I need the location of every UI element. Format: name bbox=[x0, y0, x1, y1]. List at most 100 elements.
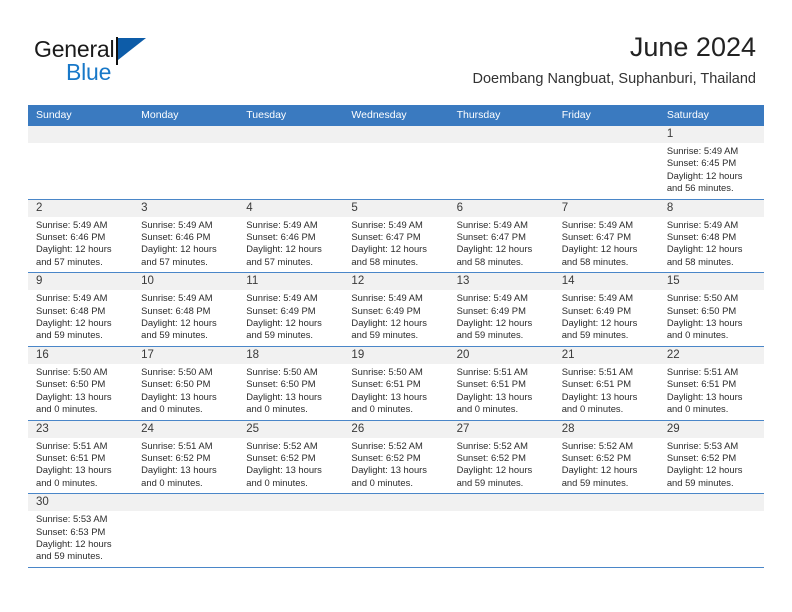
day-sun-info: Sunrise: 5:49 AM Sunset: 6:49 PM Daylight:… bbox=[449, 290, 554, 346]
sunrise-text: Sunrise: 5:49 AM bbox=[36, 292, 108, 304]
day-sun-info: Sunrise: 5:51 AM Sunset: 6:51 PM Daylight:… bbox=[659, 364, 764, 420]
sunset-text: Sunset: 6:52 PM bbox=[141, 451, 211, 463]
calendar-day-cell[interactable]: 14 Sunrise: 5:49 AM Sunset: 6:49 PM Dayligh… bbox=[553, 273, 659, 346]
day-sun-info: Sunrise: 5:51 AM Sunset: 6:51 PM Daylight:… bbox=[554, 364, 659, 420]
calendar-day-cell[interactable]: 27 Sunrise: 5:52 AM Sunset: 6:52 PM Dayligh… bbox=[448, 420, 554, 494]
calendar-day-cell-empty bbox=[343, 126, 449, 199]
calendar-page: General Blue June 2024 Doembang Nangbuat… bbox=[0, 0, 792, 612]
general-blue-logo[interactable]: General Blue bbox=[34, 36, 204, 92]
calendar-day-cell[interactable]: 20 Sunrise: 5:51 AM Sunset: 6:51 PM Dayligh… bbox=[448, 346, 554, 420]
calendar-day-cell[interactable]: 9 Sunrise: 5:49 AM Sunset: 6:48 PM Daylight… bbox=[28, 273, 134, 346]
sunset-text: Sunset: 6:50 PM bbox=[141, 378, 211, 390]
calendar-day-cell[interactable]: 26 Sunrise: 5:52 AM Sunset: 6:52 PM Dayligh… bbox=[343, 420, 449, 494]
day-number bbox=[28, 126, 134, 143]
calendar-day-cell-empty bbox=[238, 494, 344, 567]
daylight-text: Daylight: 13 hours and 0 minutes. bbox=[456, 390, 533, 415]
daylight-text: Daylight: 13 hours and 0 minutes. bbox=[36, 464, 112, 488]
day-number: 10 bbox=[133, 273, 239, 291]
calendar-day-cell[interactable]: 29 Sunrise: 5:53 AM Sunset: 6:52 PM Dayligh… bbox=[658, 420, 764, 494]
calendar-day-cell[interactable]: 12 Sunrise: 5:49 AM Sunset: 6:49 PM Dayligh… bbox=[343, 273, 449, 346]
calendar-day-cell[interactable]: 28 Sunrise: 5:52 AM Sunset: 6:52 PM Dayligh… bbox=[553, 420, 659, 494]
calendar-day-cell[interactable]: 1 Sunrise: 5:49 AM Sunset: 6:45 PM Daylight… bbox=[658, 126, 764, 199]
day-number bbox=[133, 494, 239, 512]
day-number: 13 bbox=[448, 273, 554, 291]
sunrise-text: Sunrise: 5:49 AM bbox=[36, 218, 108, 230]
calendar-day-cell[interactable]: 4 Sunrise: 5:49 AM Sunset: 6:46 PM Daylight… bbox=[238, 199, 344, 273]
daylight-text: Daylight: 12 hours and 59 minutes. bbox=[246, 317, 322, 341]
calendar-day-cell[interactable]: 13 Sunrise: 5:49 AM Sunset: 6:49 PM Dayligh… bbox=[448, 273, 554, 346]
weekday-header-sunday: Sunday bbox=[36, 109, 72, 121]
day-sun-info: Sunrise: 5:52 AM Sunset: 6:52 PM Daylight:… bbox=[449, 438, 554, 494]
day-sun-info bbox=[238, 143, 343, 149]
day-sun-info: Sunrise: 5:49 AM Sunset: 6:48 PM Daylight:… bbox=[28, 290, 133, 346]
daylight-text: Daylight: 12 hours and 59 minutes. bbox=[561, 464, 638, 488]
day-number: 8 bbox=[658, 199, 764, 217]
day-sun-info bbox=[238, 511, 343, 517]
calendar-week-row: 9 Sunrise: 5:49 AM Sunset: 6:48 PM Daylight… bbox=[28, 273, 764, 347]
calendar-day-cell[interactable]: 8 Sunrise: 5:49 AM Sunset: 6:48 PM Daylight… bbox=[658, 199, 764, 273]
calendar-day-cell[interactable]: 5 Sunrise: 5:49 AM Sunset: 6:47 PM Daylight… bbox=[343, 199, 449, 273]
day-number: 1 bbox=[658, 126, 764, 143]
sunrise-text: Sunrise: 5:49 AM bbox=[666, 145, 739, 156]
day-sun-info: Sunrise: 5:50 AM Sunset: 6:51 PM Daylight:… bbox=[343, 364, 448, 420]
sunrise-text: Sunrise: 5:51 AM bbox=[666, 365, 739, 377]
day-sun-info: Sunrise: 5:49 AM Sunset: 6:46 PM Daylight:… bbox=[133, 217, 238, 273]
calendar-day-cell[interactable]: 30 Sunrise: 5:53 AM Sunset: 6:53 PM Dayligh… bbox=[28, 494, 134, 567]
day-number: 6 bbox=[448, 199, 554, 217]
calendar-day-cell[interactable]: 7 Sunrise: 5:49 AM Sunset: 6:47 PM Daylight… bbox=[553, 199, 659, 273]
daylight-text: Daylight: 13 hours and 0 minutes. bbox=[246, 464, 322, 488]
calendar-day-cell[interactable]: 19 Sunrise: 5:50 AM Sunset: 6:51 PM Dayligh… bbox=[343, 346, 449, 420]
calendar-day-cell[interactable]: 6 Sunrise: 5:49 AM Sunset: 6:47 PM Daylight… bbox=[448, 199, 554, 273]
day-number: 14 bbox=[553, 273, 659, 291]
sunset-text: Sunset: 6:45 PM bbox=[666, 157, 737, 169]
calendar-day-cell[interactable]: 21 Sunrise: 5:51 AM Sunset: 6:51 PM Dayligh… bbox=[553, 346, 659, 420]
day-number bbox=[658, 494, 764, 512]
calendar-day-cell-empty bbox=[238, 126, 344, 199]
calendar-day-cell[interactable]: 22 Sunrise: 5:51 AM Sunset: 6:51 PM Dayligh… bbox=[658, 346, 764, 420]
calendar-day-cell[interactable]: 15 Sunrise: 5:50 AM Sunset: 6:50 PM Dayligh… bbox=[658, 273, 764, 346]
sunrise-text: Sunrise: 5:50 AM bbox=[351, 365, 423, 377]
day-number bbox=[238, 494, 344, 512]
sunset-text: Sunset: 6:52 PM bbox=[561, 451, 632, 463]
calendar-day-cell-empty bbox=[343, 494, 449, 567]
day-number: 24 bbox=[133, 420, 239, 438]
calendar-day-cell[interactable]: 10 Sunrise: 5:49 AM Sunset: 6:48 PM Dayligh… bbox=[133, 273, 239, 346]
logo-text-blue: Blue bbox=[66, 59, 112, 85]
day-number: 7 bbox=[553, 199, 659, 217]
calendar-day-cell[interactable]: 18 Sunrise: 5:50 AM Sunset: 6:50 PM Dayligh… bbox=[238, 346, 344, 420]
sunset-text: Sunset: 6:46 PM bbox=[36, 231, 106, 243]
calendar-day-cell[interactable]: 16 Sunrise: 5:50 AM Sunset: 6:50 PM Dayligh… bbox=[28, 346, 134, 420]
calendar-day-cell[interactable]: 3 Sunrise: 5:49 AM Sunset: 6:46 PM Daylight… bbox=[133, 199, 239, 273]
calendar-day-cell[interactable]: 23 Sunrise: 5:51 AM Sunset: 6:51 PM Dayligh… bbox=[28, 420, 134, 494]
calendar-day-cell-empty bbox=[133, 494, 239, 567]
sunset-text: Sunset: 6:46 PM bbox=[141, 231, 211, 243]
day-number bbox=[343, 494, 449, 512]
sunrise-text: Sunrise: 5:51 AM bbox=[561, 365, 634, 377]
day-number bbox=[133, 126, 239, 143]
calendar-day-cell-empty bbox=[28, 126, 134, 199]
weekday-header-tuesday: Tuesday bbox=[246, 109, 287, 121]
day-number: 28 bbox=[553, 420, 659, 438]
day-sun-info bbox=[554, 143, 659, 149]
sunset-text: Sunset: 6:49 PM bbox=[561, 304, 632, 316]
calendar-day-cell[interactable]: 24 Sunrise: 5:51 AM Sunset: 6:52 PM Dayligh… bbox=[133, 420, 239, 494]
weekday-header-wednesday: Wednesday bbox=[351, 109, 407, 121]
day-number: 4 bbox=[238, 199, 344, 217]
day-sun-info bbox=[449, 143, 554, 149]
calendar-day-cell[interactable]: 2 Sunrise: 5:49 AM Sunset: 6:46 PM Daylight… bbox=[28, 199, 134, 273]
sunrise-text: Sunrise: 5:49 AM bbox=[246, 218, 318, 230]
calendar-day-cell-empty bbox=[448, 494, 554, 567]
sunrise-text: Sunrise: 5:50 AM bbox=[246, 365, 318, 377]
calendar-day-cell[interactable]: 17 Sunrise: 5:50 AM Sunset: 6:50 PM Dayligh… bbox=[133, 346, 239, 420]
calendar-day-cell[interactable]: 11 Sunrise: 5:49 AM Sunset: 6:49 PM Dayligh… bbox=[238, 273, 344, 346]
day-number: 29 bbox=[658, 420, 764, 438]
sunset-text: Sunset: 6:50 PM bbox=[246, 378, 316, 390]
daylight-text: Daylight: 13 hours and 0 minutes. bbox=[666, 390, 743, 415]
calendar-week-row: 2 Sunrise: 5:49 AM Sunset: 6:46 PM Daylight… bbox=[28, 199, 764, 274]
day-sun-info: Sunrise: 5:49 AM Sunset: 6:48 PM Daylight:… bbox=[133, 290, 238, 346]
day-number bbox=[553, 494, 659, 512]
location-subtitle: Doembang Nangbuat, Suphanburi, Thailand bbox=[472, 71, 757, 87]
calendar-day-cell[interactable]: 25 Sunrise: 5:52 AM Sunset: 6:52 PM Dayligh… bbox=[238, 420, 344, 494]
sunset-text: Sunset: 6:49 PM bbox=[456, 304, 526, 316]
sunset-text: Sunset: 6:50 PM bbox=[36, 378, 106, 390]
